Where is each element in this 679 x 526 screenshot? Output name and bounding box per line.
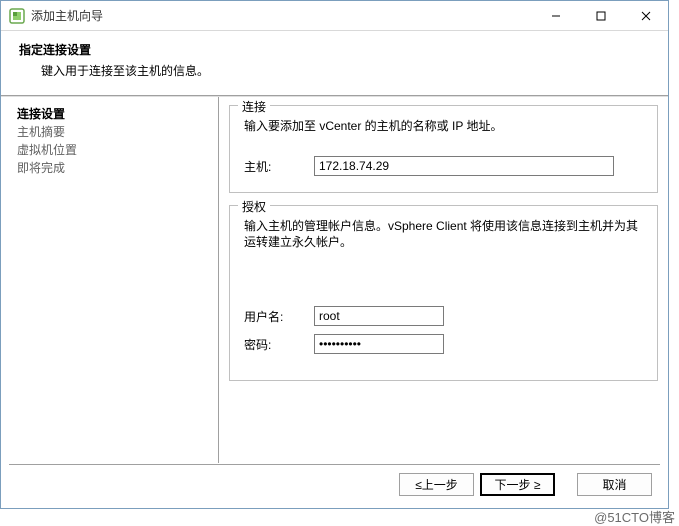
authorization-description: 输入主机的管理帐户信息。vSphere Client 将使用该信息连接到主机并为… bbox=[244, 218, 643, 250]
wizard-steps-sidebar: 连接设置 主机摘要 虚拟机位置 即将完成 bbox=[1, 97, 219, 463]
close-button[interactable] bbox=[623, 1, 668, 30]
username-label: 用户名: bbox=[244, 308, 314, 325]
wizard-header: 指定连接设置 键入用于连接至该主机的信息。 bbox=[1, 31, 668, 95]
minimize-button[interactable] bbox=[533, 1, 578, 30]
back-button[interactable]: ≤上一步 bbox=[399, 473, 474, 496]
password-label: 密码: bbox=[244, 336, 314, 353]
step-vm-location[interactable]: 虚拟机位置 bbox=[17, 141, 218, 159]
wizard-content: 连接 输入要添加至 vCenter 的主机的名称或 IP 地址。 主机: 授权 … bbox=[219, 97, 668, 463]
connection-group: 连接 输入要添加至 vCenter 的主机的名称或 IP 地址。 主机: bbox=[229, 105, 658, 193]
step-ready-complete[interactable]: 即将完成 bbox=[17, 159, 218, 177]
maximize-button[interactable] bbox=[578, 1, 623, 30]
step-host-summary[interactable]: 主机摘要 bbox=[17, 123, 218, 141]
authorization-legend: 授权 bbox=[238, 198, 270, 215]
next-button[interactable]: 下一步 ≥ bbox=[480, 473, 555, 496]
cancel-button[interactable]: 取消 bbox=[577, 473, 652, 496]
connection-description: 输入要添加至 vCenter 的主机的名称或 IP 地址。 bbox=[244, 118, 643, 134]
host-label: 主机: bbox=[244, 158, 314, 175]
host-input[interactable] bbox=[314, 156, 614, 176]
titlebar: 添加主机向导 bbox=[1, 1, 668, 31]
password-input[interactable] bbox=[314, 334, 444, 354]
wizard-footer: ≤上一步 下一步 ≥ 取消 bbox=[9, 464, 660, 496]
watermark-text: @51CTO博客 bbox=[594, 507, 675, 526]
page-subtitle: 键入用于连接至该主机的信息。 bbox=[41, 62, 650, 79]
app-icon bbox=[9, 8, 25, 24]
connection-legend: 连接 bbox=[238, 98, 270, 115]
step-connection-settings[interactable]: 连接设置 bbox=[17, 105, 218, 123]
page-title: 指定连接设置 bbox=[19, 41, 650, 58]
window-title: 添加主机向导 bbox=[31, 7, 533, 24]
username-input[interactable] bbox=[314, 306, 444, 326]
authorization-group: 授权 输入主机的管理帐户信息。vSphere Client 将使用该信息连接到主… bbox=[229, 205, 658, 381]
